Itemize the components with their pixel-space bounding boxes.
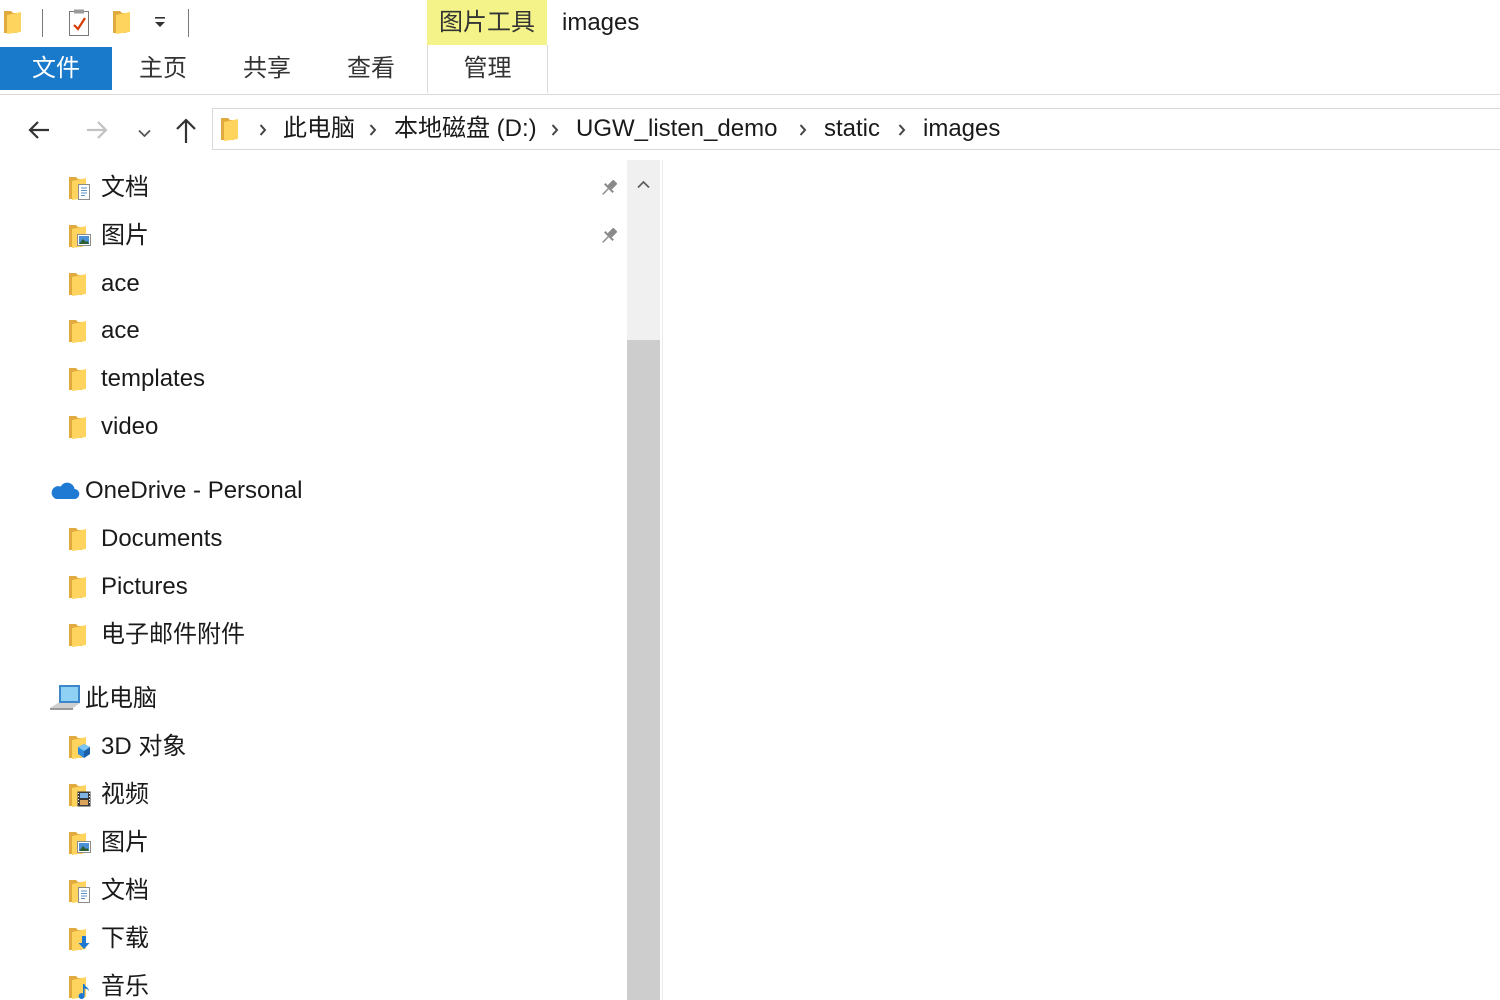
- tab-file[interactable]: 文件: [0, 47, 112, 90]
- folder-icon[interactable]: [3, 9, 25, 40]
- nav-item-ace[interactable]: ace: [0, 260, 627, 308]
- chevron-right-icon[interactable]: [799, 123, 807, 141]
- tab-view[interactable]: 查看: [323, 47, 419, 90]
- nav-item-onedrive-documents[interactable]: Documents: [0, 515, 627, 563]
- nav-item-label: Documents: [101, 525, 223, 552]
- customize-toolbar-dropdown-icon[interactable]: [153, 16, 167, 35]
- nav-item-label: 下载: [101, 925, 149, 952]
- navigation-pane-scrollbar[interactable]: [627, 160, 660, 1000]
- nav-item-videos[interactable]: 视频: [0, 771, 627, 819]
- chevron-right-icon[interactable]: [551, 123, 559, 141]
- nav-item-label: templates: [101, 365, 206, 392]
- documents-folder-icon: [68, 878, 92, 904]
- nav-item-ace[interactable]: ace: [0, 307, 627, 355]
- chevron-right-icon[interactable]: [369, 123, 377, 141]
- nav-item-onedrive[interactable]: OneDrive - Personal: [0, 467, 627, 515]
- up-arrow-icon[interactable]: [174, 117, 198, 149]
- nav-item-label: video: [101, 413, 159, 440]
- nav-item-downloads[interactable]: 下载: [0, 915, 627, 963]
- nav-item-documents[interactable]: 文档: [0, 164, 627, 212]
- nav-item-video[interactable]: video: [0, 403, 627, 451]
- file-explorer-window: 图片工具 images 文件 主页 共享 查看 管理 此电脑 本地磁盘 (D:): [0, 0, 1500, 1000]
- back-arrow-icon[interactable]: [27, 118, 51, 147]
- folder-icon: [68, 526, 92, 552]
- nav-item-pictures[interactable]: 图片: [0, 819, 627, 867]
- nav-item-label: 电子邮件附件: [101, 621, 245, 648]
- breadcrumb-project[interactable]: UGW_listen_demo: [576, 109, 777, 149]
- forward-arrow-icon[interactable]: [85, 118, 109, 147]
- ribbon-divider: [0, 94, 1500, 95]
- contextual-tab-border: [547, 45, 548, 93]
- toolbar-separator: [42, 9, 43, 37]
- nav-item-templates[interactable]: templates: [0, 355, 627, 403]
- pin-icon[interactable]: [598, 177, 620, 204]
- chevron-down-icon[interactable]: [138, 125, 151, 143]
- nav-item-email-attachments[interactable]: 电子邮件附件: [0, 611, 627, 659]
- new-folder-icon[interactable]: [112, 9, 134, 40]
- chevron-right-icon[interactable]: [898, 123, 906, 141]
- toolbar-separator: [188, 9, 189, 37]
- navigation-pane: 文档 图片 ace ace templates video OneDrive -…: [0, 160, 627, 1000]
- folder-icon: [220, 116, 242, 147]
- nav-item-label: 3D 对象: [101, 733, 187, 760]
- nav-item-label: 视频: [101, 781, 149, 808]
- nav-item-label: 图片: [101, 222, 149, 249]
- scrollbar-thumb[interactable]: [627, 340, 660, 1000]
- downloads-folder-icon: [68, 926, 92, 952]
- documents-folder-icon: [68, 175, 92, 201]
- nav-item-label: 文档: [101, 877, 149, 904]
- nav-item-label: Pictures: [101, 573, 188, 600]
- nav-item-documents[interactable]: 文档: [0, 867, 627, 915]
- address-bar[interactable]: 此电脑 本地磁盘 (D:) UGW_listen_demo static ima…: [212, 108, 1500, 150]
- nav-item-3d-objects[interactable]: 3D 对象: [0, 723, 627, 771]
- nav-item-music[interactable]: 音乐: [0, 963, 627, 1000]
- tab-share[interactable]: 共享: [219, 47, 315, 90]
- 3d-objects-folder-icon: [68, 734, 92, 760]
- nav-item-label: 文档: [101, 174, 149, 201]
- breadcrumb-images[interactable]: images: [923, 109, 1000, 149]
- file-list-pane[interactable]: [663, 160, 1500, 1000]
- picture-tools-header: 图片工具: [427, 0, 547, 45]
- breadcrumb-this-pc[interactable]: 此电脑: [283, 109, 355, 149]
- folder-icon: [68, 414, 92, 440]
- nav-item-label: OneDrive - Personal: [85, 477, 303, 504]
- music-folder-icon: [68, 974, 92, 1000]
- window-title: images: [562, 9, 640, 36]
- properties-icon[interactable]: [67, 9, 91, 42]
- nav-item-label: ace: [101, 270, 140, 297]
- computer-icon: [49, 684, 81, 712]
- breadcrumb-static[interactable]: static: [824, 109, 880, 149]
- pin-icon[interactable]: [598, 225, 620, 252]
- folder-icon: [68, 271, 92, 297]
- breadcrumb-local-disk[interactable]: 本地磁盘 (D:): [394, 109, 537, 149]
- folder-icon: [68, 318, 92, 344]
- scroll-up-chevron-icon[interactable]: [637, 176, 650, 194]
- onedrive-cloud-icon: [49, 479, 81, 507]
- nav-item-label: ace: [101, 317, 140, 344]
- videos-folder-icon: [68, 782, 92, 808]
- pictures-folder-icon: [68, 223, 92, 249]
- nav-item-this-pc[interactable]: 此电脑: [0, 675, 627, 723]
- folder-icon: [68, 622, 92, 648]
- chevron-right-icon[interactable]: [259, 123, 267, 141]
- tab-manage[interactable]: 管理: [428, 47, 547, 90]
- nav-item-label: 此电脑: [85, 685, 157, 712]
- nav-item-onedrive-pictures[interactable]: Pictures: [0, 563, 627, 611]
- nav-item-pictures[interactable]: 图片: [0, 212, 627, 260]
- folder-icon: [68, 574, 92, 600]
- tab-home[interactable]: 主页: [115, 47, 211, 90]
- nav-item-label: 音乐: [101, 973, 149, 1000]
- folder-icon: [68, 366, 92, 392]
- pictures-folder-icon: [68, 830, 92, 856]
- nav-item-label: 图片: [101, 829, 149, 856]
